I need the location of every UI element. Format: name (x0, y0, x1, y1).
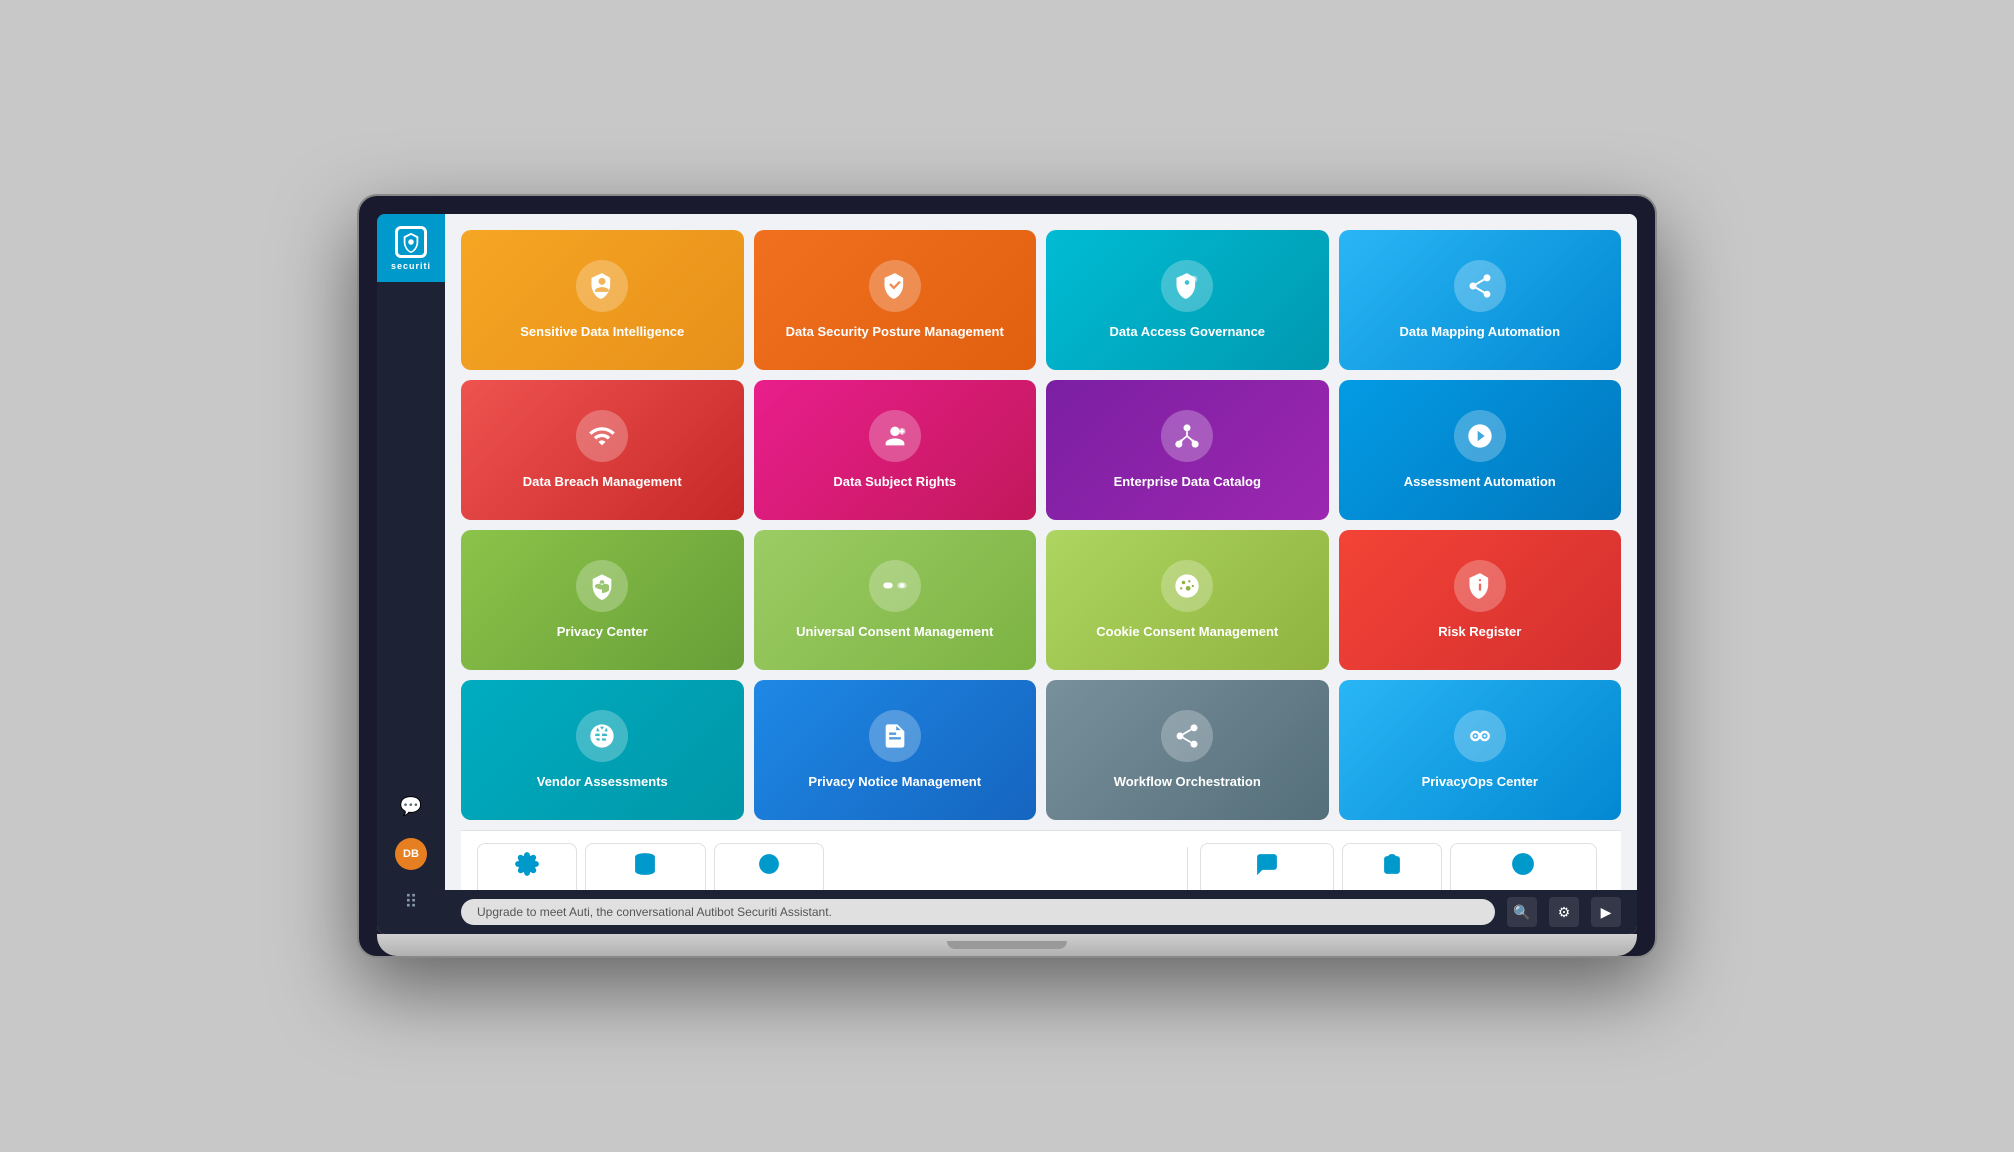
tile-label-breach: Data Breach Management (523, 474, 682, 491)
tile-icon-dsr (869, 410, 921, 462)
tile-label-assessment: Assessment Automation (1404, 474, 1556, 491)
main-content: Sensitive Data Intelligence Data Securit… (445, 214, 1637, 934)
tiles-grid: Sensitive Data Intelligence Data Securit… (461, 230, 1621, 820)
tile-label-cookie: Cookie Consent Management (1096, 624, 1278, 641)
message-center-icon (1255, 852, 1279, 882)
tile-label-edc: Enterprise Data Catalog (1114, 474, 1261, 491)
logo-text: securiti (391, 261, 431, 271)
tile-icon-privacy (576, 560, 628, 612)
tile-label-privacyops: PrivacyOps Center (1422, 774, 1538, 791)
tile-icon-dag (1161, 260, 1213, 312)
bottom-icons: 🔍 ⚙ ▶ (1507, 897, 1621, 927)
tile-data-breach[interactable]: Data Breach Management (461, 380, 744, 520)
tile-icon-dspm (869, 260, 921, 312)
quick-link-audit-log[interactable]: Audit Log (1342, 843, 1442, 890)
filter-bottom-icon[interactable]: ⚙ (1549, 897, 1579, 927)
tile-icon-privacyops (1454, 710, 1506, 762)
screen: securiti 💬 DB ⠿ Sensitive Data Intellige… (377, 214, 1637, 934)
tile-vendor-assessments[interactable]: Vendor Assessments (461, 680, 744, 820)
tile-icon-workflow (1161, 710, 1213, 762)
quick-links-right: Message Center Audit (1200, 843, 1605, 890)
laptop-bottom (377, 934, 1637, 956)
search-bottom-icon[interactable]: 🔍 (1507, 897, 1537, 927)
grid-icon[interactable]: ⠿ (395, 886, 427, 918)
tile-privacyops-center[interactable]: PrivacyOps Center (1339, 680, 1622, 820)
laptop-frame: securiti 💬 DB ⠿ Sensitive Data Intellige… (357, 194, 1657, 958)
tile-label-consent: Universal Consent Management (796, 624, 993, 641)
chat-icon[interactable]: 💬 (395, 790, 427, 822)
tile-risk-register[interactable]: Risk Register (1339, 530, 1622, 670)
tile-data-subject-rights[interactable]: Data Subject Rights (754, 380, 1037, 520)
tile-label-vendor: Vendor Assessments (537, 774, 668, 791)
quick-links-divider (1187, 847, 1188, 890)
audit-log-icon (1380, 852, 1404, 882)
tile-sensitive-data-intelligence[interactable]: Sensitive Data Intelligence (461, 230, 744, 370)
tiles-area: Sensitive Data Intelligence Data Securit… (445, 214, 1637, 890)
tile-assessment-automation[interactable]: Assessment Automation (1339, 380, 1622, 520)
tile-icon-risk (1454, 560, 1506, 612)
bottom-bar: Upgrade to meet Auti, the conversational… (445, 890, 1637, 934)
tile-label-dspm: Data Security Posture Management (786, 324, 1004, 341)
tile-label-dsr: Data Subject Rights (833, 474, 956, 491)
user-avatar[interactable]: DB (395, 838, 427, 870)
data-systems-icon (633, 852, 657, 882)
tile-icon-vendor (576, 710, 628, 762)
quick-links-bar: Settings Data Systems (461, 830, 1621, 890)
tile-label-privacy: Privacy Center (557, 624, 648, 641)
sidebar-bottom: 💬 DB ⠿ (395, 790, 427, 934)
tile-enterprise-data-catalog[interactable]: Enterprise Data Catalog (1046, 380, 1329, 520)
play-bottom-icon[interactable]: ▶ (1591, 897, 1621, 927)
tile-icon-consent (869, 560, 921, 612)
settings-icon (515, 852, 539, 882)
tile-workflow-orchestration[interactable]: Workflow Orchestration (1046, 680, 1329, 820)
tile-icon-edc (1161, 410, 1213, 462)
tile-icon-assessment (1454, 410, 1506, 462)
knowledge-center-icon (1511, 852, 1535, 882)
logo-icon (395, 226, 427, 258)
tile-label-dag: Data Access Governance (1109, 324, 1265, 341)
tile-data-security-posture[interactable]: Data Security Posture Management (754, 230, 1037, 370)
tile-data-access-governance[interactable]: Data Access Governance (1046, 230, 1329, 370)
quick-link-knowledge-center[interactable]: Knowledge Center (1450, 843, 1597, 890)
deployment-icon (757, 852, 781, 882)
quick-links-left: Settings Data Systems (477, 843, 1175, 890)
quick-link-message-center[interactable]: Message Center (1200, 843, 1334, 890)
tile-cookie-consent[interactable]: Cookie Consent Management (1046, 530, 1329, 670)
chat-bubble[interactable]: Upgrade to meet Auti, the conversational… (461, 899, 1495, 925)
tile-label-mapping: Data Mapping Automation (1399, 324, 1560, 341)
tile-icon-sensitive (576, 260, 628, 312)
sidebar: securiti 💬 DB ⠿ (377, 214, 445, 934)
tile-universal-consent[interactable]: Universal Consent Management (754, 530, 1037, 670)
tile-icon-mapping (1454, 260, 1506, 312)
tile-icon-breach (576, 410, 628, 462)
app-logo[interactable]: securiti (377, 214, 445, 282)
laptop-notch (947, 941, 1067, 949)
tile-label-sensitive: Sensitive Data Intelligence (520, 324, 684, 341)
quick-link-deployment[interactable]: Deployment (714, 843, 825, 890)
tile-label-notice: Privacy Notice Management (808, 774, 981, 791)
tile-label-risk: Risk Register (1438, 624, 1521, 641)
tile-privacy-center[interactable]: Privacy Center (461, 530, 744, 670)
quick-link-data-systems[interactable]: Data Systems (585, 843, 706, 890)
tile-icon-cookie (1161, 560, 1213, 612)
tile-data-mapping[interactable]: Data Mapping Automation (1339, 230, 1622, 370)
tile-icon-notice (869, 710, 921, 762)
quick-link-settings[interactable]: Settings (477, 843, 577, 890)
tile-privacy-notice[interactable]: Privacy Notice Management (754, 680, 1037, 820)
tile-label-workflow: Workflow Orchestration (1114, 774, 1261, 791)
